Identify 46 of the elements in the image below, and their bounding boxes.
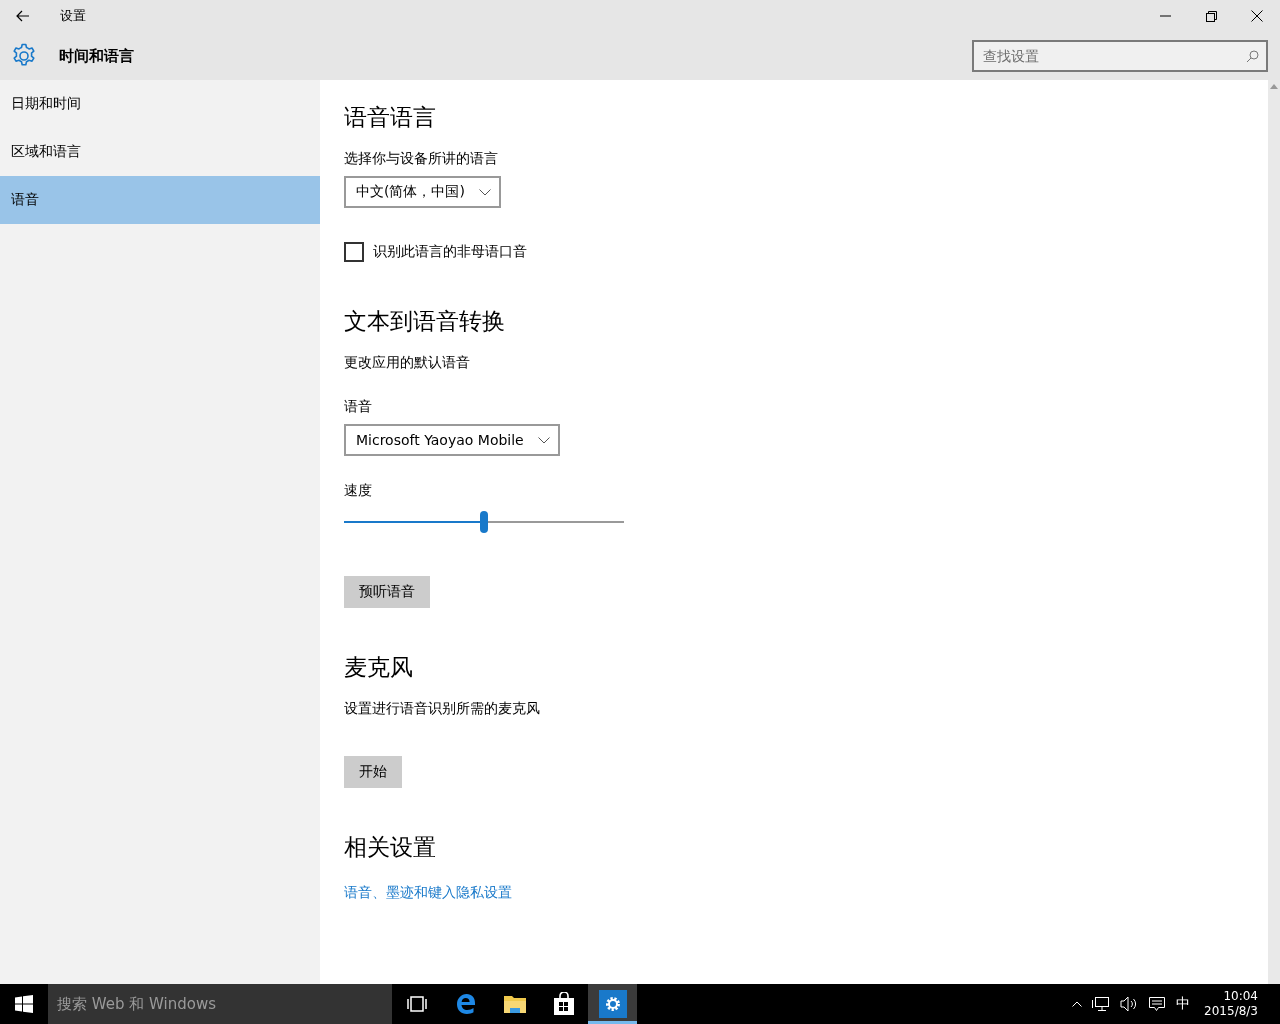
- back-arrow-icon: [16, 10, 30, 22]
- section-heading: 语音语言: [344, 103, 436, 132]
- search-field[interactable]: 查找设置: [972, 40, 1268, 72]
- section-heading: 麦克风: [344, 653, 413, 682]
- field-label: 语音: [344, 397, 372, 416]
- clock-date[interactable]: 2015/8/3: [1204, 1004, 1258, 1019]
- description-text: 设置进行语音识别所需的麦克风: [344, 699, 540, 718]
- taskbar-search-field[interactable]: 搜索 Web 和 Windows: [48, 984, 392, 1024]
- network-icon[interactable]: [1092, 996, 1111, 1012]
- chevron-down-icon: [537, 436, 550, 444]
- slider-thumb[interactable]: [480, 511, 488, 533]
- checkbox[interactable]: [344, 242, 364, 262]
- taskbar-app-button[interactable]: [588, 984, 637, 1024]
- description-text: 选择你与设备所讲的语言: [344, 149, 498, 168]
- dropdown[interactable]: Microsoft Yaoyao Mobile: [344, 424, 560, 456]
- speaker-icon[interactable]: [1120, 996, 1139, 1012]
- folder-icon: [502, 993, 527, 1015]
- input-method-indicator[interactable]: 中: [1176, 995, 1191, 1013]
- scrollbar[interactable]: [1268, 80, 1280, 984]
- section-heading: 文本到语音转换: [344, 307, 505, 336]
- search-icon[interactable]: [1246, 50, 1259, 63]
- page-title: 时间和语言: [59, 46, 134, 66]
- windows-logo-icon: [15, 995, 33, 1013]
- action-button[interactable]: 开始: [344, 756, 402, 788]
- gear-icon: [598, 990, 627, 1018]
- settings-link[interactable]: 语音、墨迹和键入隐私设置: [344, 884, 512, 902]
- chevron-down-icon: [478, 188, 491, 196]
- message-icon[interactable]: [1148, 996, 1167, 1012]
- dropdown[interactable]: 中文(简体，中国): [344, 176, 501, 208]
- section-heading: 相关设置: [344, 833, 436, 862]
- sidebar-item[interactable]: 语音: [0, 176, 320, 224]
- window-title: 设置: [60, 7, 86, 25]
- clock-time[interactable]: 10:04: [1223, 989, 1258, 1004]
- shopping-bag-icon: [552, 992, 575, 1016]
- action-button[interactable]: 预听语音: [344, 576, 430, 608]
- chevron-up-icon[interactable]: [1072, 1001, 1083, 1007]
- close-icon: [1251, 10, 1263, 22]
- description-text: 更改应用的默认语音: [344, 353, 470, 372]
- restore-icon: [1205, 10, 1217, 22]
- minimize-icon: [1159, 15, 1171, 17]
- sidebar-item[interactable]: 区域和语言: [0, 128, 320, 176]
- task-view-icon: [405, 995, 428, 1013]
- checkbox-label: 识别此语言的非母语口音: [373, 243, 527, 261]
- field-label: 速度: [344, 481, 372, 500]
- gear-icon: [11, 43, 37, 69]
- sidebar-item[interactable]: 日期和时间: [0, 80, 320, 128]
